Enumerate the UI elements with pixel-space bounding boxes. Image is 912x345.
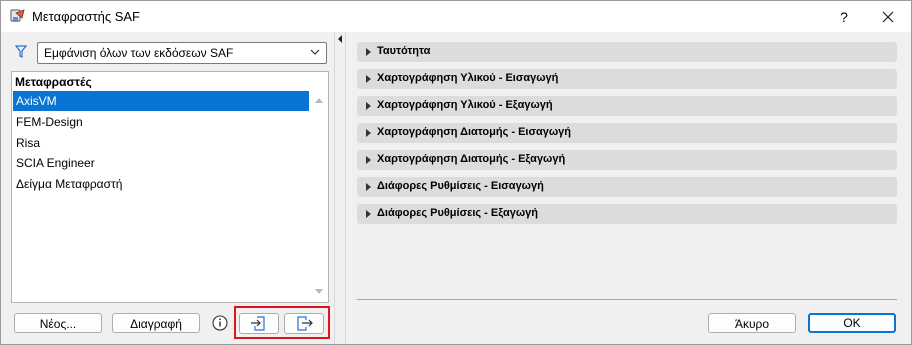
section-label: Διάφορες Ρυθμίσεις - Εξαγωγή (377, 207, 538, 219)
section-material-mapping-import[interactable]: Χαρτογράφηση Υλικού - Εισαγωγή (357, 69, 897, 89)
filter-icon (15, 45, 27, 58)
section-misc-settings-export[interactable]: Διάφορες Ρυθμίσεις - Εξαγωγή (357, 204, 897, 224)
pane-splitter[interactable] (334, 32, 346, 344)
expand-arrow-icon (366, 48, 371, 56)
expand-arrow-icon (366, 129, 371, 137)
close-button[interactable] (870, 5, 906, 29)
section-identity[interactable]: Ταυτότητα (357, 42, 897, 62)
window-title: Μεταφραστής SAF (32, 9, 140, 24)
help-button[interactable]: ? (826, 5, 862, 29)
app-icon (10, 9, 25, 22)
expand-arrow-icon (366, 183, 371, 191)
translator-dialog: Μεταφραστής SAF ? Εμφάνιση όλων των εκδό… (0, 0, 912, 345)
section-label: Χαρτογράφηση Διατομής - Εξαγωγή (377, 153, 566, 165)
section-profile-mapping-import[interactable]: Χαρτογράφηση Διατομής - Εισαγωγή (357, 123, 897, 143)
info-icon[interactable] (211, 314, 229, 332)
list-item[interactable]: Risa (13, 133, 309, 153)
list-item[interactable]: SCIA Engineer (13, 153, 309, 173)
section-label: Χαρτογράφηση Υλικού - Εισαγωγή (377, 72, 559, 84)
section-label: Χαρτογράφηση Υλικού - Εξαγωγή (377, 99, 553, 111)
translators-list: Μεταφραστές AxisVM FEM-Design Risa SCIA … (11, 71, 329, 303)
close-icon (882, 11, 894, 23)
chevron-down-icon (310, 49, 320, 55)
expand-arrow-icon (366, 75, 371, 83)
section-label: Διάφορες Ρυθμίσεις - Εισαγωγή (377, 180, 544, 192)
import-icon (251, 316, 265, 331)
section-label: Ταυτότητα (377, 45, 431, 57)
expand-arrow-icon (366, 156, 371, 164)
import-translator-button[interactable] (239, 313, 279, 334)
expand-arrow-icon (366, 102, 371, 110)
section-label: Χαρτογράφηση Διατομής - Εισαγωγή (377, 126, 572, 138)
section-misc-settings-import[interactable]: Διάφορες Ρυθμίσεις - Εισαγωγή (357, 177, 897, 197)
list-item[interactable]: AxisVM (13, 91, 309, 111)
new-translator-button[interactable]: Νέος... (14, 313, 102, 333)
section-material-mapping-export[interactable]: Χαρτογράφηση Υλικού - Εξαγωγή (357, 96, 897, 116)
dropdown-selected-value: Εμφάνιση όλων των εκδόσεων SAF (44, 46, 234, 60)
ok-button[interactable]: ΟΚ (808, 313, 896, 333)
delete-translator-button[interactable]: Διαγραφή (112, 313, 200, 333)
section-profile-mapping-export[interactable]: Χαρτογράφηση Διατομής - Εξαγωγή (357, 150, 897, 170)
cancel-button[interactable]: Άκυρο (708, 313, 796, 333)
scroll-down-arrow-icon[interactable] (313, 286, 325, 298)
collapse-arrow-icon[interactable] (337, 35, 343, 43)
export-icon (297, 316, 313, 331)
translator-list-pane: Εμφάνιση όλων των εκδόσεων SAF Μεταφραστ… (1, 32, 334, 344)
settings-pane: Ταυτότητα Χαρτογράφηση Υλικού - Εισαγωγή… (346, 32, 911, 344)
saf-version-filter-dropdown[interactable]: Εμφάνιση όλων των εκδόσεων SAF (37, 42, 327, 64)
list-item[interactable]: FEM-Design (13, 112, 309, 132)
export-translator-button[interactable] (284, 313, 324, 334)
list-item[interactable]: Δείγμα Μεταφραστή (13, 174, 309, 194)
list-header: Μεταφραστές (15, 75, 92, 89)
expand-arrow-icon (366, 210, 371, 218)
scroll-up-arrow-icon[interactable] (313, 94, 325, 106)
footer-divider (357, 299, 897, 300)
title-bar: Μεταφραστής SAF ? (1, 1, 911, 32)
